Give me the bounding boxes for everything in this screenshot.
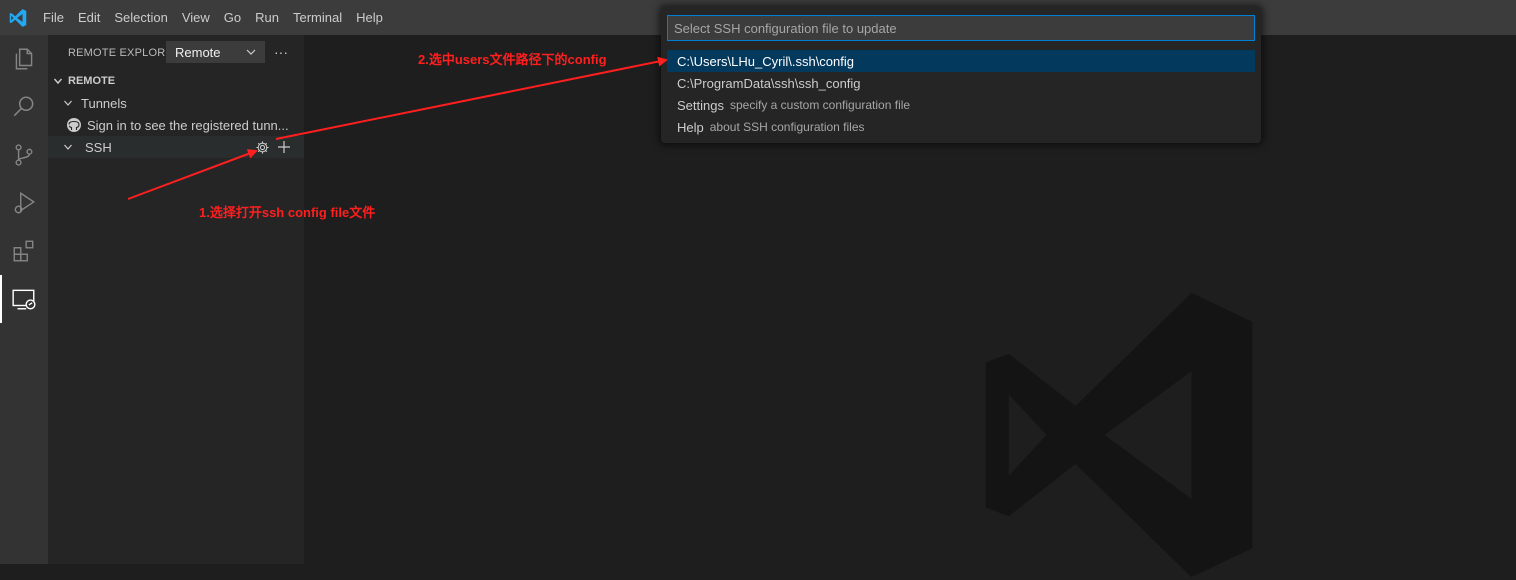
menu-help[interactable]: Help xyxy=(349,0,390,35)
annotation-step2: 2.选中users文件路径下的config xyxy=(418,52,607,67)
section-remote[interactable]: REMOTE xyxy=(48,70,304,92)
quick-pick-item-user-config[interactable]: C:\Users\LHu_Cyril\.ssh\config xyxy=(667,50,1255,72)
chevron-down-icon xyxy=(245,46,257,61)
quick-pick-item-description: specify a custom configuration file xyxy=(729,98,911,112)
menu-run[interactable]: Run xyxy=(248,0,286,35)
menu-go[interactable]: Go xyxy=(217,0,248,35)
quick-pick-item-programdata-config[interactable]: C:\ProgramData\ssh\ssh_config xyxy=(667,72,1255,94)
quick-pick-item-label: Settings xyxy=(677,97,724,113)
tree-label: Tunnels xyxy=(81,95,127,111)
remote-type-select[interactable]: Remote xyxy=(166,41,265,63)
vscode-watermark-icon xyxy=(985,292,1253,578)
tree-item-tunnels[interactable]: Tunnels xyxy=(48,92,304,114)
vscode-logo-icon xyxy=(0,0,36,35)
quick-pick-input[interactable] xyxy=(667,15,1255,41)
sidebar-title: REMOTE EXPLOR... xyxy=(68,46,176,59)
quick-pick-item-help[interactable]: Help about SSH configuration files xyxy=(667,116,1255,138)
ssh-row-actions xyxy=(253,138,293,156)
quick-pick: C:\Users\LHu_Cyril\.ssh\config C:\Progra… xyxy=(661,7,1261,143)
menu-edit[interactable]: Edit xyxy=(71,0,107,35)
chevron-down-icon xyxy=(50,73,66,89)
activity-bar xyxy=(0,35,48,564)
gear-icon[interactable] xyxy=(253,138,271,156)
section-title: REMOTE xyxy=(68,75,116,87)
tree-label: SSH xyxy=(85,139,112,155)
quick-pick-item-label: C:\Users\LHu_Cyril\.ssh\config xyxy=(677,53,854,69)
menu-file[interactable]: File xyxy=(36,0,71,35)
menu-terminal[interactable]: Terminal xyxy=(286,0,349,35)
source-control-icon[interactable] xyxy=(0,131,48,179)
more-actions-icon[interactable]: ··· xyxy=(272,43,290,61)
menu-bar: File Edit Selection View Go Run Terminal… xyxy=(36,0,390,35)
quick-pick-item-label: Help xyxy=(677,119,704,135)
chevron-down-icon xyxy=(60,139,76,155)
menu-selection[interactable]: Selection xyxy=(107,0,174,35)
extensions-icon[interactable] xyxy=(0,227,48,275)
remote-type-value: Remote xyxy=(175,44,221,60)
search-icon[interactable] xyxy=(0,83,48,131)
tree-item-ssh[interactable]: SSH xyxy=(48,136,304,158)
annotation-step1: 1.选择打开ssh config file文件 xyxy=(199,205,376,220)
files-icon[interactable] xyxy=(0,35,48,83)
quick-pick-item-label: C:\ProgramData\ssh\ssh_config xyxy=(677,75,861,91)
chevron-down-icon xyxy=(60,95,76,111)
github-icon xyxy=(66,117,82,133)
remote-explorer-icon[interactable] xyxy=(0,275,48,323)
tree-item-sign-in[interactable]: Sign in to see the registered tunn... xyxy=(48,114,304,136)
add-icon[interactable] xyxy=(275,138,293,156)
quick-pick-item-settings[interactable]: Settings specify a custom configuration … xyxy=(667,94,1255,116)
menu-view[interactable]: View xyxy=(175,0,217,35)
run-debug-icon[interactable] xyxy=(0,179,48,227)
sidebar: REMOTE EXPLOR... Remote ··· REMOTE Tunne… xyxy=(48,35,304,564)
quick-pick-item-description: about SSH configuration files xyxy=(709,120,865,134)
tree-label: Sign in to see the registered tunn... xyxy=(87,117,289,133)
